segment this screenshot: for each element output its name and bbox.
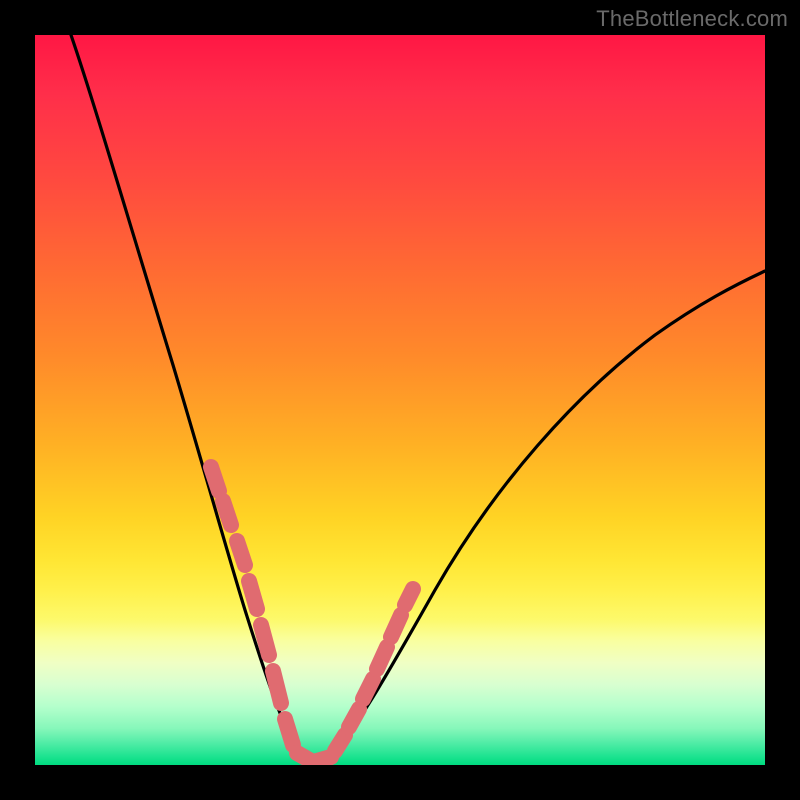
chart-frame: TheBottleneck.com: [0, 0, 800, 800]
watermark-text: TheBottleneck.com: [596, 6, 788, 32]
highlight-markers: [211, 467, 413, 761]
curve-path: [71, 35, 765, 765]
plot-area: [35, 35, 765, 765]
bottleneck-curve-svg: [35, 35, 765, 765]
